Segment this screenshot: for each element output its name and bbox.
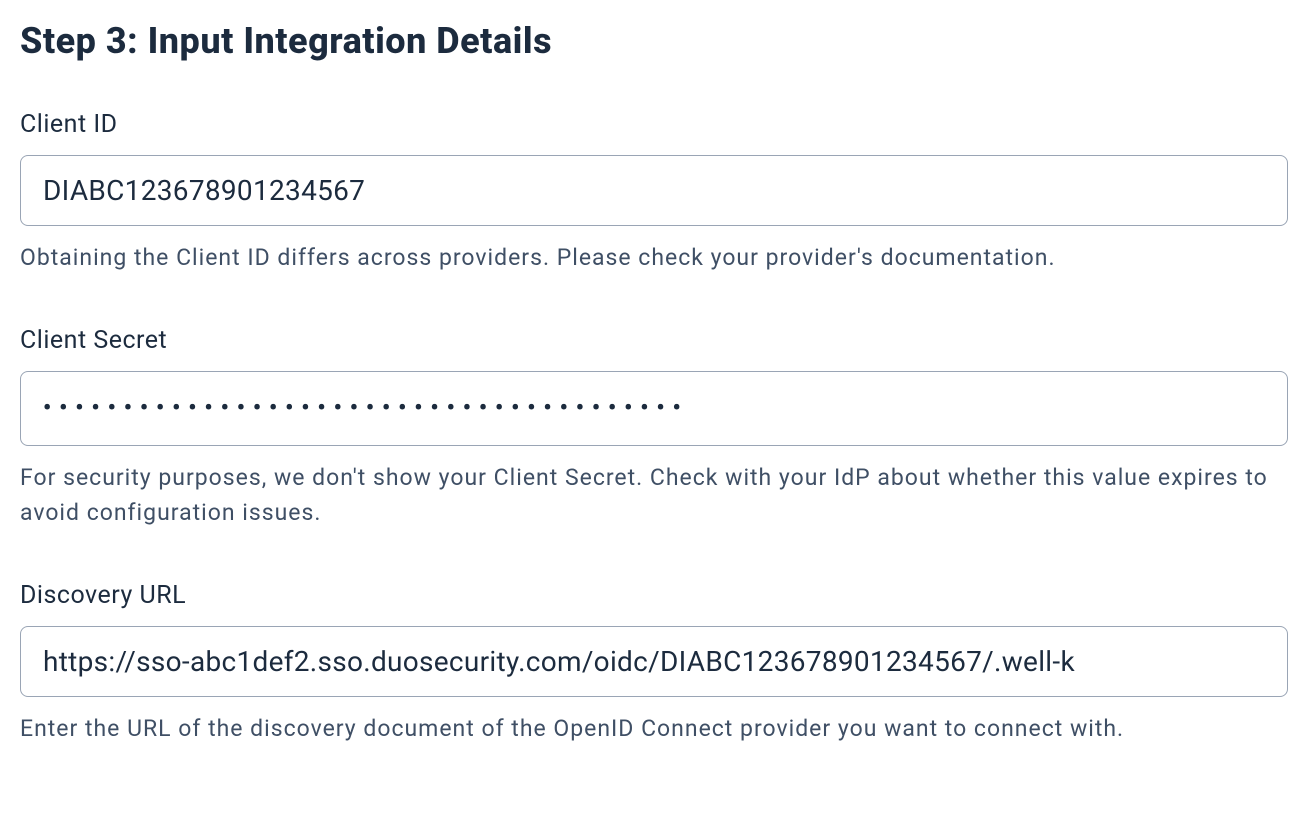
client-id-label: Client ID — [20, 110, 1288, 139]
client-secret-label: Client Secret — [20, 326, 1288, 355]
client-id-group: Client ID Obtaining the Client ID differ… — [20, 110, 1288, 276]
discovery-url-group: Discovery URL Enter the URL of the disco… — [20, 581, 1288, 747]
discovery-url-help: Enter the URL of the discovery document … — [20, 711, 1288, 747]
client-secret-help: For security purposes, we don't show you… — [20, 460, 1288, 531]
client-id-help: Obtaining the Client ID differs across p… — [20, 240, 1288, 276]
client-id-input[interactable] — [20, 155, 1288, 226]
discovery-url-label: Discovery URL — [20, 581, 1288, 610]
discovery-url-input[interactable] — [20, 626, 1288, 697]
step-title: Step 3: Input Integration Details — [20, 20, 1288, 62]
integration-details-form: Step 3: Input Integration Details Client… — [20, 20, 1288, 747]
client-secret-group: Client Secret For security purposes, we … — [20, 326, 1288, 531]
client-secret-input[interactable] — [20, 371, 1288, 446]
